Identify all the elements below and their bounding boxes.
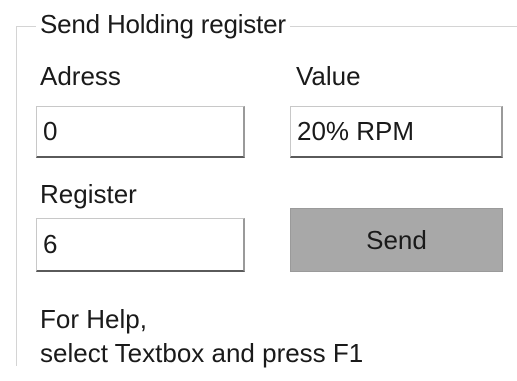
value-label: Value xyxy=(296,61,361,91)
register-label: Register xyxy=(40,179,137,209)
address-label: Adress xyxy=(40,61,121,91)
value-input[interactable] xyxy=(290,106,503,158)
register-input[interactable] xyxy=(36,218,245,272)
send-button[interactable]: Send xyxy=(290,208,503,272)
help-text-line-1: For Help, xyxy=(40,304,147,334)
help-text-line-2: select Textbox and press F1 xyxy=(40,338,364,368)
help-text: For Help, select Textbox and press F1 xyxy=(40,302,363,370)
address-input[interactable] xyxy=(36,106,245,158)
groupbox-title: Send Holding register xyxy=(36,6,290,42)
